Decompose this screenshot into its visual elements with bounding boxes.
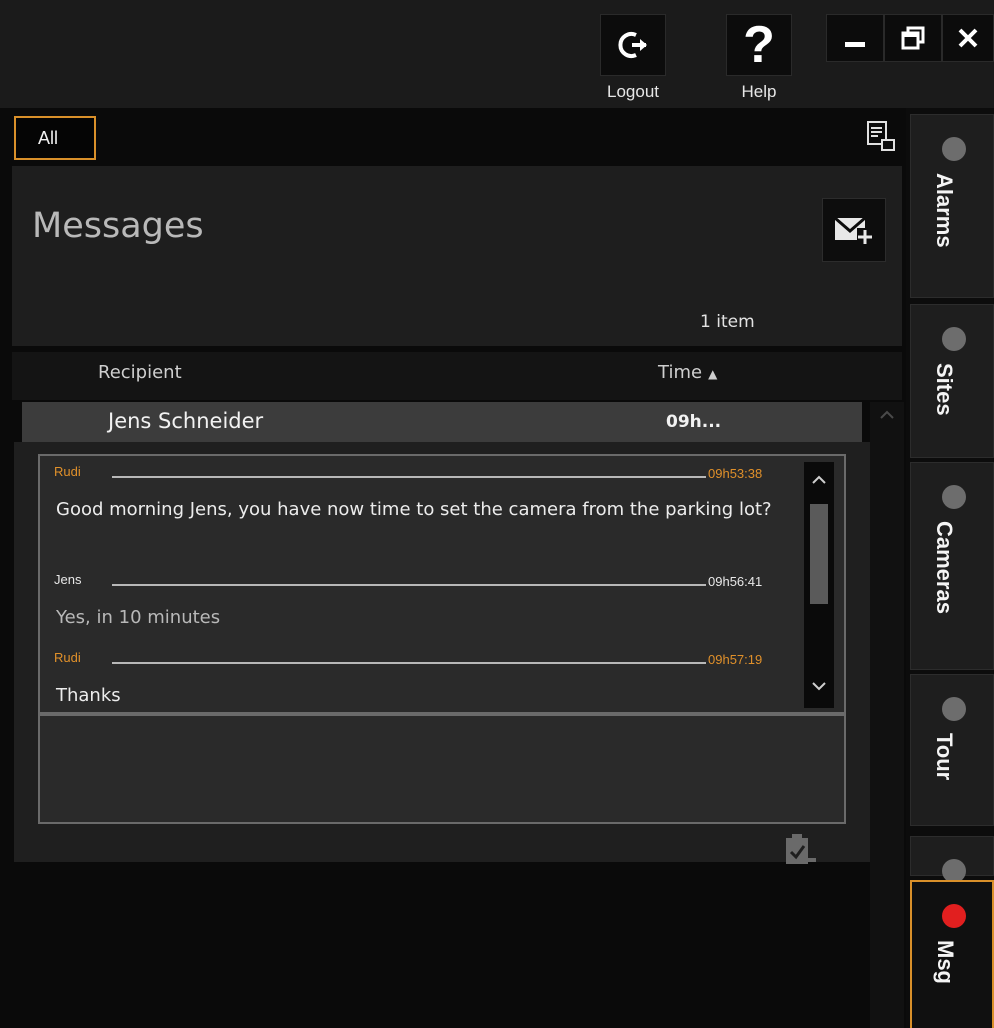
filter-bar — [0, 108, 906, 166]
restore-button[interactable] — [884, 14, 942, 62]
message-time: 09h56:41 — [708, 574, 763, 589]
column-header-recipient[interactable]: Recipient — [98, 362, 182, 383]
status-dot — [942, 327, 966, 351]
tab-label: Msg — [933, 940, 958, 984]
logout-button[interactable]: Logout — [600, 14, 666, 106]
tab-tour[interactable]: Tour — [910, 674, 994, 826]
column-header-time[interactable]: Time ▲ — [658, 362, 717, 383]
message-divider — [112, 662, 706, 664]
restore-icon — [901, 26, 925, 50]
help-icon-box: ? — [726, 14, 792, 76]
close-button[interactable] — [942, 14, 994, 62]
help-label: Help — [741, 82, 777, 101]
message-text: Thanks — [56, 685, 121, 706]
logout-label: Logout — [607, 82, 659, 101]
tab-label: Cameras — [932, 521, 957, 614]
tab-hidden[interactable] — [910, 836, 994, 883]
scroll-up-icon[interactable] — [808, 470, 830, 490]
status-dot — [942, 697, 966, 721]
alert-dot — [942, 904, 966, 928]
message-text: Yes, in 10 minutes — [56, 607, 221, 628]
item-count: 1 item — [700, 312, 755, 332]
new-message-icon — [834, 216, 873, 244]
layout-toggle-button[interactable] — [866, 120, 896, 152]
message-divider — [112, 476, 706, 478]
message-sender: Rudi — [54, 464, 81, 479]
scroll-down-icon[interactable] — [808, 676, 830, 696]
tab-sites[interactable]: Sites — [910, 304, 994, 458]
minimize-button[interactable] — [826, 14, 884, 62]
tab-alarms[interactable]: Alarms — [910, 114, 994, 298]
status-dot — [942, 485, 966, 509]
tab-msg[interactable]: Msg — [910, 880, 994, 1028]
scrollbar-thumb[interactable] — [810, 504, 828, 604]
tab-label: Tour — [932, 733, 957, 781]
filter-tab-all[interactable]: All — [14, 116, 96, 160]
sort-ascending-icon: ▲ — [708, 367, 718, 381]
list-scrollbar[interactable] — [870, 402, 904, 1028]
message-time: 09h53:38 — [708, 466, 763, 481]
close-icon — [958, 28, 978, 48]
minimize-icon — [845, 42, 865, 47]
message-time: 09h57:19 — [708, 652, 763, 667]
paste-button[interactable] — [782, 832, 818, 866]
column-time-label: Time — [658, 362, 703, 383]
message-text: Good morning Jens, you have now time to … — [56, 499, 772, 520]
tab-cameras[interactable]: Cameras — [910, 462, 994, 670]
logout-icon-box — [600, 14, 666, 76]
message-divider — [112, 584, 706, 586]
clipboard-icon — [786, 834, 816, 864]
layout-icon — [867, 121, 895, 151]
page-title: Messages — [32, 206, 204, 246]
message-sender: Jens — [54, 572, 82, 587]
logout-icon — [618, 32, 647, 58]
row-time: 09h... — [666, 412, 722, 432]
new-message-button[interactable] — [822, 198, 886, 262]
help-button[interactable]: ? Help — [726, 14, 792, 106]
tab-label: Alarms — [932, 173, 957, 248]
question-mark-icon: ? — [743, 16, 775, 74]
tab-label: Sites — [932, 363, 957, 416]
scroll-up-icon[interactable] — [876, 404, 898, 426]
status-dot — [942, 137, 966, 161]
row-recipient: Jens Schneider — [108, 409, 264, 433]
compose-message-input[interactable] — [38, 714, 846, 824]
message-sender: Rudi — [54, 650, 81, 665]
